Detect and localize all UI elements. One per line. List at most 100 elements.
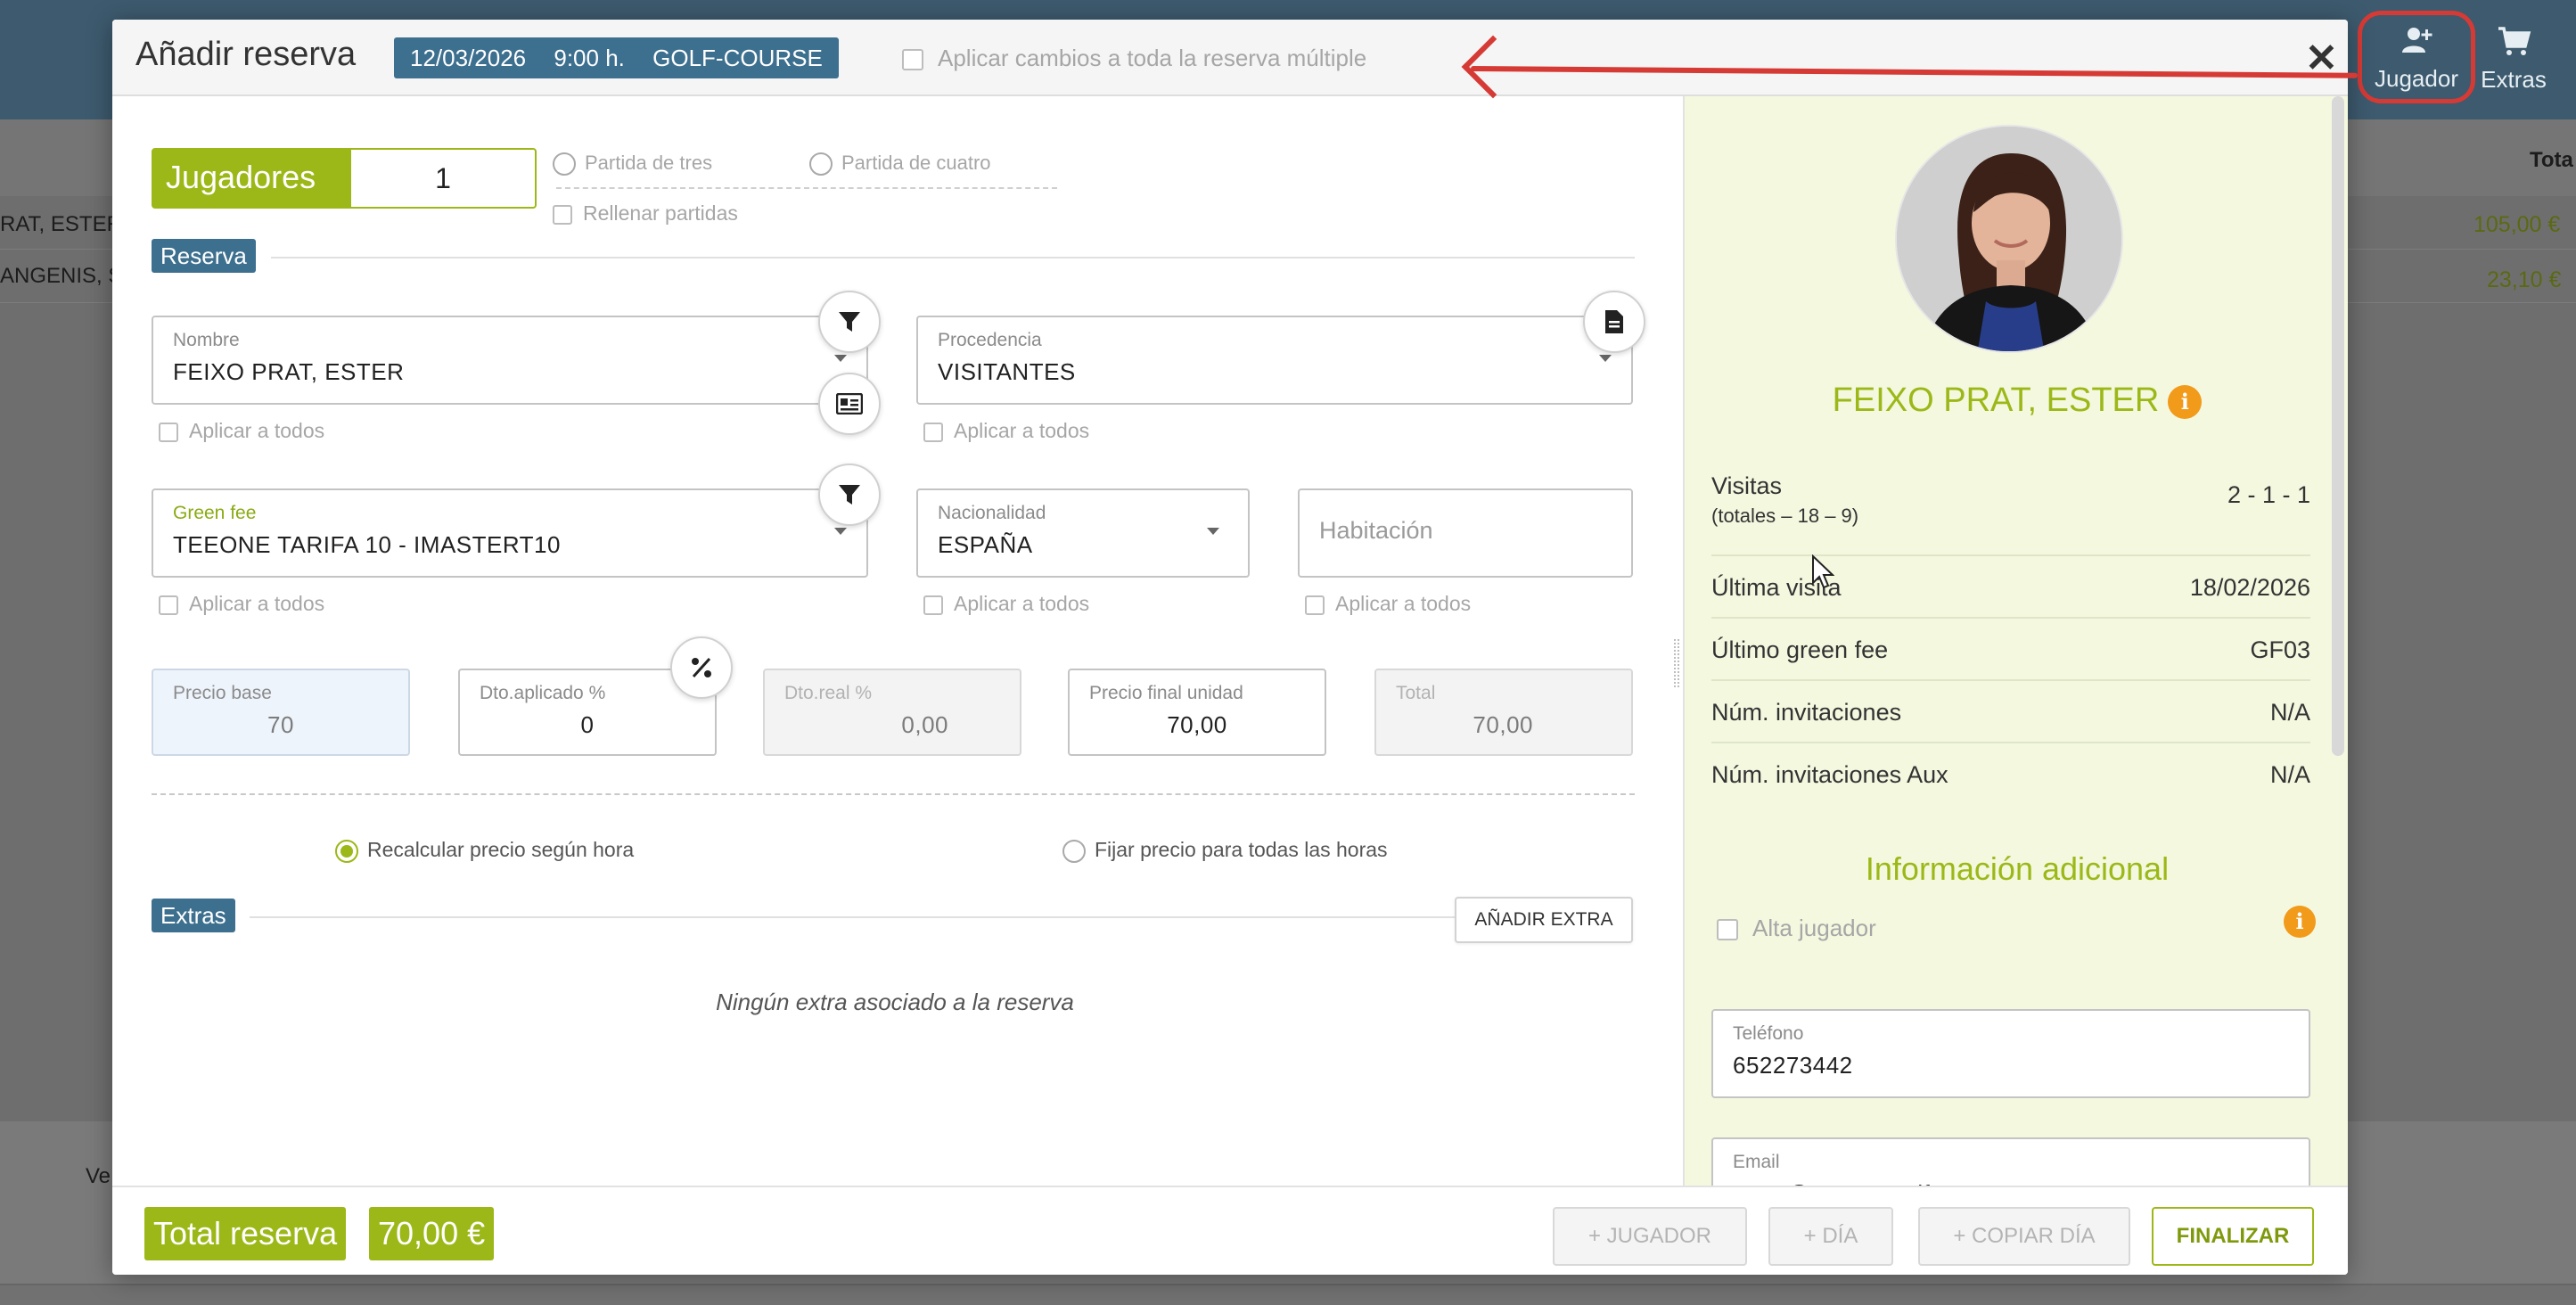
checkbox-box[interactable]: [159, 595, 178, 615]
modal-title: Añadir reserva: [135, 36, 357, 73]
checkbox-box[interactable]: [923, 595, 943, 615]
apply-all-label: Aplicar a todos: [1335, 592, 1472, 615]
id-card-icon: [836, 393, 863, 414]
background-row-amount: 105,00 €: [2473, 212, 2561, 237]
green-fee-select[interactable]: Green fee TEEONE TARIFA 10 - IMASTERT10: [152, 488, 868, 578]
fijar-precio-radio[interactable]: Fijar precio para todas las horas: [1062, 838, 1388, 863]
apply-multi-reservation-checkbox[interactable]: Aplicar cambios a toda la reserva múltip…: [902, 45, 1366, 72]
recalcular-precio-radio[interactable]: Recalcular precio según hora: [335, 838, 634, 863]
jugadores-input[interactable]: 1: [351, 150, 535, 207]
add-extra-button[interactable]: AÑADIR EXTRA: [1455, 897, 1633, 943]
stat-invitaciones-aux: Núm. invitaciones Aux N/A: [1711, 743, 2310, 806]
nombre-apply-all-checkbox[interactable]: Aplicar a todos: [159, 419, 324, 443]
stat-ultima-visita: Última visita 18/02/2026: [1711, 556, 2310, 619]
checkbox-box[interactable]: [553, 204, 572, 225]
total-field: Total 70,00: [1374, 669, 1633, 756]
dto-aplicado-value: 0: [580, 711, 595, 738]
jugadores-stepper[interactable]: Jugadores 1: [152, 148, 537, 209]
chip-time: 9:00 h.: [554, 45, 625, 71]
apply-all-label: Aplicar a todos: [189, 419, 325, 442]
telefono-input[interactable]: Teléfono 652273442: [1711, 1009, 2310, 1098]
green-fee-filter-button[interactable]: [818, 464, 881, 526]
finalizar-button[interactable]: FINALIZAR: [2152, 1207, 2314, 1266]
player-info-panel: FEIXO PRAT, ESTER i Visitas (totales – 18…: [1683, 96, 2348, 1227]
avatar: [1895, 125, 2123, 353]
nombre-filter-button[interactable]: [818, 291, 881, 353]
alta-jugador-checkbox[interactable]: Alta jugador: [1717, 915, 1876, 942]
procedencia-document-button[interactable]: [1583, 291, 1645, 353]
checkbox-box[interactable]: [902, 49, 923, 71]
checkbox-box[interactable]: [159, 422, 178, 442]
copiar-dia-button[interactable]: + COPIAR DÍA: [1918, 1207, 2130, 1266]
procedencia-select[interactable]: Procedencia VISITANTES: [916, 316, 1633, 405]
header-jugador-button[interactable]: Jugador: [2358, 11, 2475, 103]
background-col-total: Tota: [2530, 148, 2573, 172]
nombre-select[interactable]: Nombre FEIXO PRAT, ESTER: [152, 316, 868, 405]
section-reserva-label: Reserva: [152, 239, 256, 273]
dto-real-value: 0,00: [901, 711, 948, 738]
divider: [556, 187, 1057, 189]
radio-circle[interactable]: [1062, 839, 1086, 863]
apply-all-label: Aplicar a todos: [954, 592, 1090, 615]
player-name-text: FEIXO PRAT, ESTER: [1832, 382, 2160, 419]
background-bottom-label: Ve: [86, 1164, 111, 1188]
nacionalidad-apply-all-checkbox[interactable]: Aplicar a todos: [923, 592, 1089, 616]
chevron-down-icon: [1207, 528, 1219, 535]
rellenar-partidas-checkbox[interactable]: Rellenar partidas: [553, 201, 738, 226]
habitacion-input[interactable]: Habitación: [1298, 488, 1633, 578]
total-label: Total: [1396, 683, 1436, 703]
nacionalidad-label: Nacionalidad: [938, 503, 1046, 523]
nacionalidad-select[interactable]: Nacionalidad ESPAÑA: [916, 488, 1250, 578]
stat-label: Núm. invitaciones: [1711, 699, 1902, 726]
filter-icon: [839, 312, 860, 332]
procedencia-apply-all-checkbox[interactable]: Aplicar a todos: [923, 419, 1089, 443]
player-card-button[interactable]: [818, 373, 881, 435]
radio-circle[interactable]: [809, 152, 833, 176]
player-photo: [1897, 127, 2121, 351]
filter-icon: [839, 485, 860, 505]
email-label: Email: [1733, 1152, 1780, 1172]
background-footer-strip: [0, 1284, 2576, 1305]
discount-button[interactable]: [670, 636, 733, 699]
checkbox-box[interactable]: [1717, 919, 1738, 941]
stat-label: Visitas: [1711, 472, 1783, 499]
partida-tres-label: Partida de tres: [585, 152, 713, 174]
extras-empty-message: Ningún extra asociado a la reserva: [716, 989, 1074, 1015]
partida-cuatro-radio[interactable]: Partida de cuatro: [809, 152, 991, 176]
recalcular-label: Recalcular precio según hora: [367, 838, 635, 861]
chip-course: GOLF-COURSE: [652, 45, 823, 71]
green-fee-label: Green fee: [173, 503, 257, 523]
radio-circle[interactable]: [553, 152, 576, 176]
jugadores-label: Jugadores: [153, 150, 351, 207]
add-dia-button[interactable]: + DÍA: [1768, 1207, 1893, 1266]
header-extras-button[interactable]: Extras: [2460, 16, 2567, 105]
precio-final-unidad-input[interactable]: Precio final unidad 70,00: [1068, 669, 1326, 756]
checkbox-box[interactable]: [923, 422, 943, 442]
stat-value: GF03: [2250, 636, 2310, 663]
partida-tres-radio[interactable]: Partida de tres: [553, 152, 712, 176]
info-icon[interactable]: i: [2284, 906, 2316, 938]
info-icon[interactable]: i: [2168, 384, 2203, 419]
cart-icon: [2498, 27, 2531, 55]
mouse-cursor-icon: [1812, 554, 1834, 589]
add-user-icon: [2402, 28, 2432, 53]
add-jugador-button[interactable]: + JUGADOR: [1553, 1207, 1747, 1266]
reservation-info-chip: 12/03/2026 9:00 h. GOLF-COURSE: [394, 37, 839, 78]
chevron-down-icon: [1599, 355, 1612, 362]
habitacion-apply-all-checkbox[interactable]: Aplicar a todos: [1305, 592, 1471, 616]
telefono-label: Teléfono: [1733, 1023, 1804, 1044]
right-panel-scrollbar[interactable]: [2332, 96, 2344, 756]
total-value: 70,00: [1473, 711, 1533, 738]
dto-real-field: Dto.real % 0,00: [763, 669, 1021, 756]
precio-final-unidad-value: 70,00: [1167, 711, 1227, 738]
checkbox-box[interactable]: [1305, 595, 1325, 615]
chevron-down-icon: [834, 355, 847, 362]
green-fee-apply-all-checkbox[interactable]: Aplicar a todos: [159, 592, 324, 616]
additional-info-title: Información adicional: [1865, 850, 2170, 887]
radio-circle[interactable]: [335, 839, 358, 863]
procedencia-value: VISITANTES: [938, 358, 1076, 385]
panel-resize-handle[interactable]: [1674, 639, 1679, 687]
dto-real-label: Dto.real %: [784, 683, 873, 703]
nacionalidad-value: ESPAÑA: [938, 531, 1033, 558]
add-reservation-modal: Añadir reserva 12/03/2026 9:00 h. GOLF-C…: [112, 20, 2348, 1275]
